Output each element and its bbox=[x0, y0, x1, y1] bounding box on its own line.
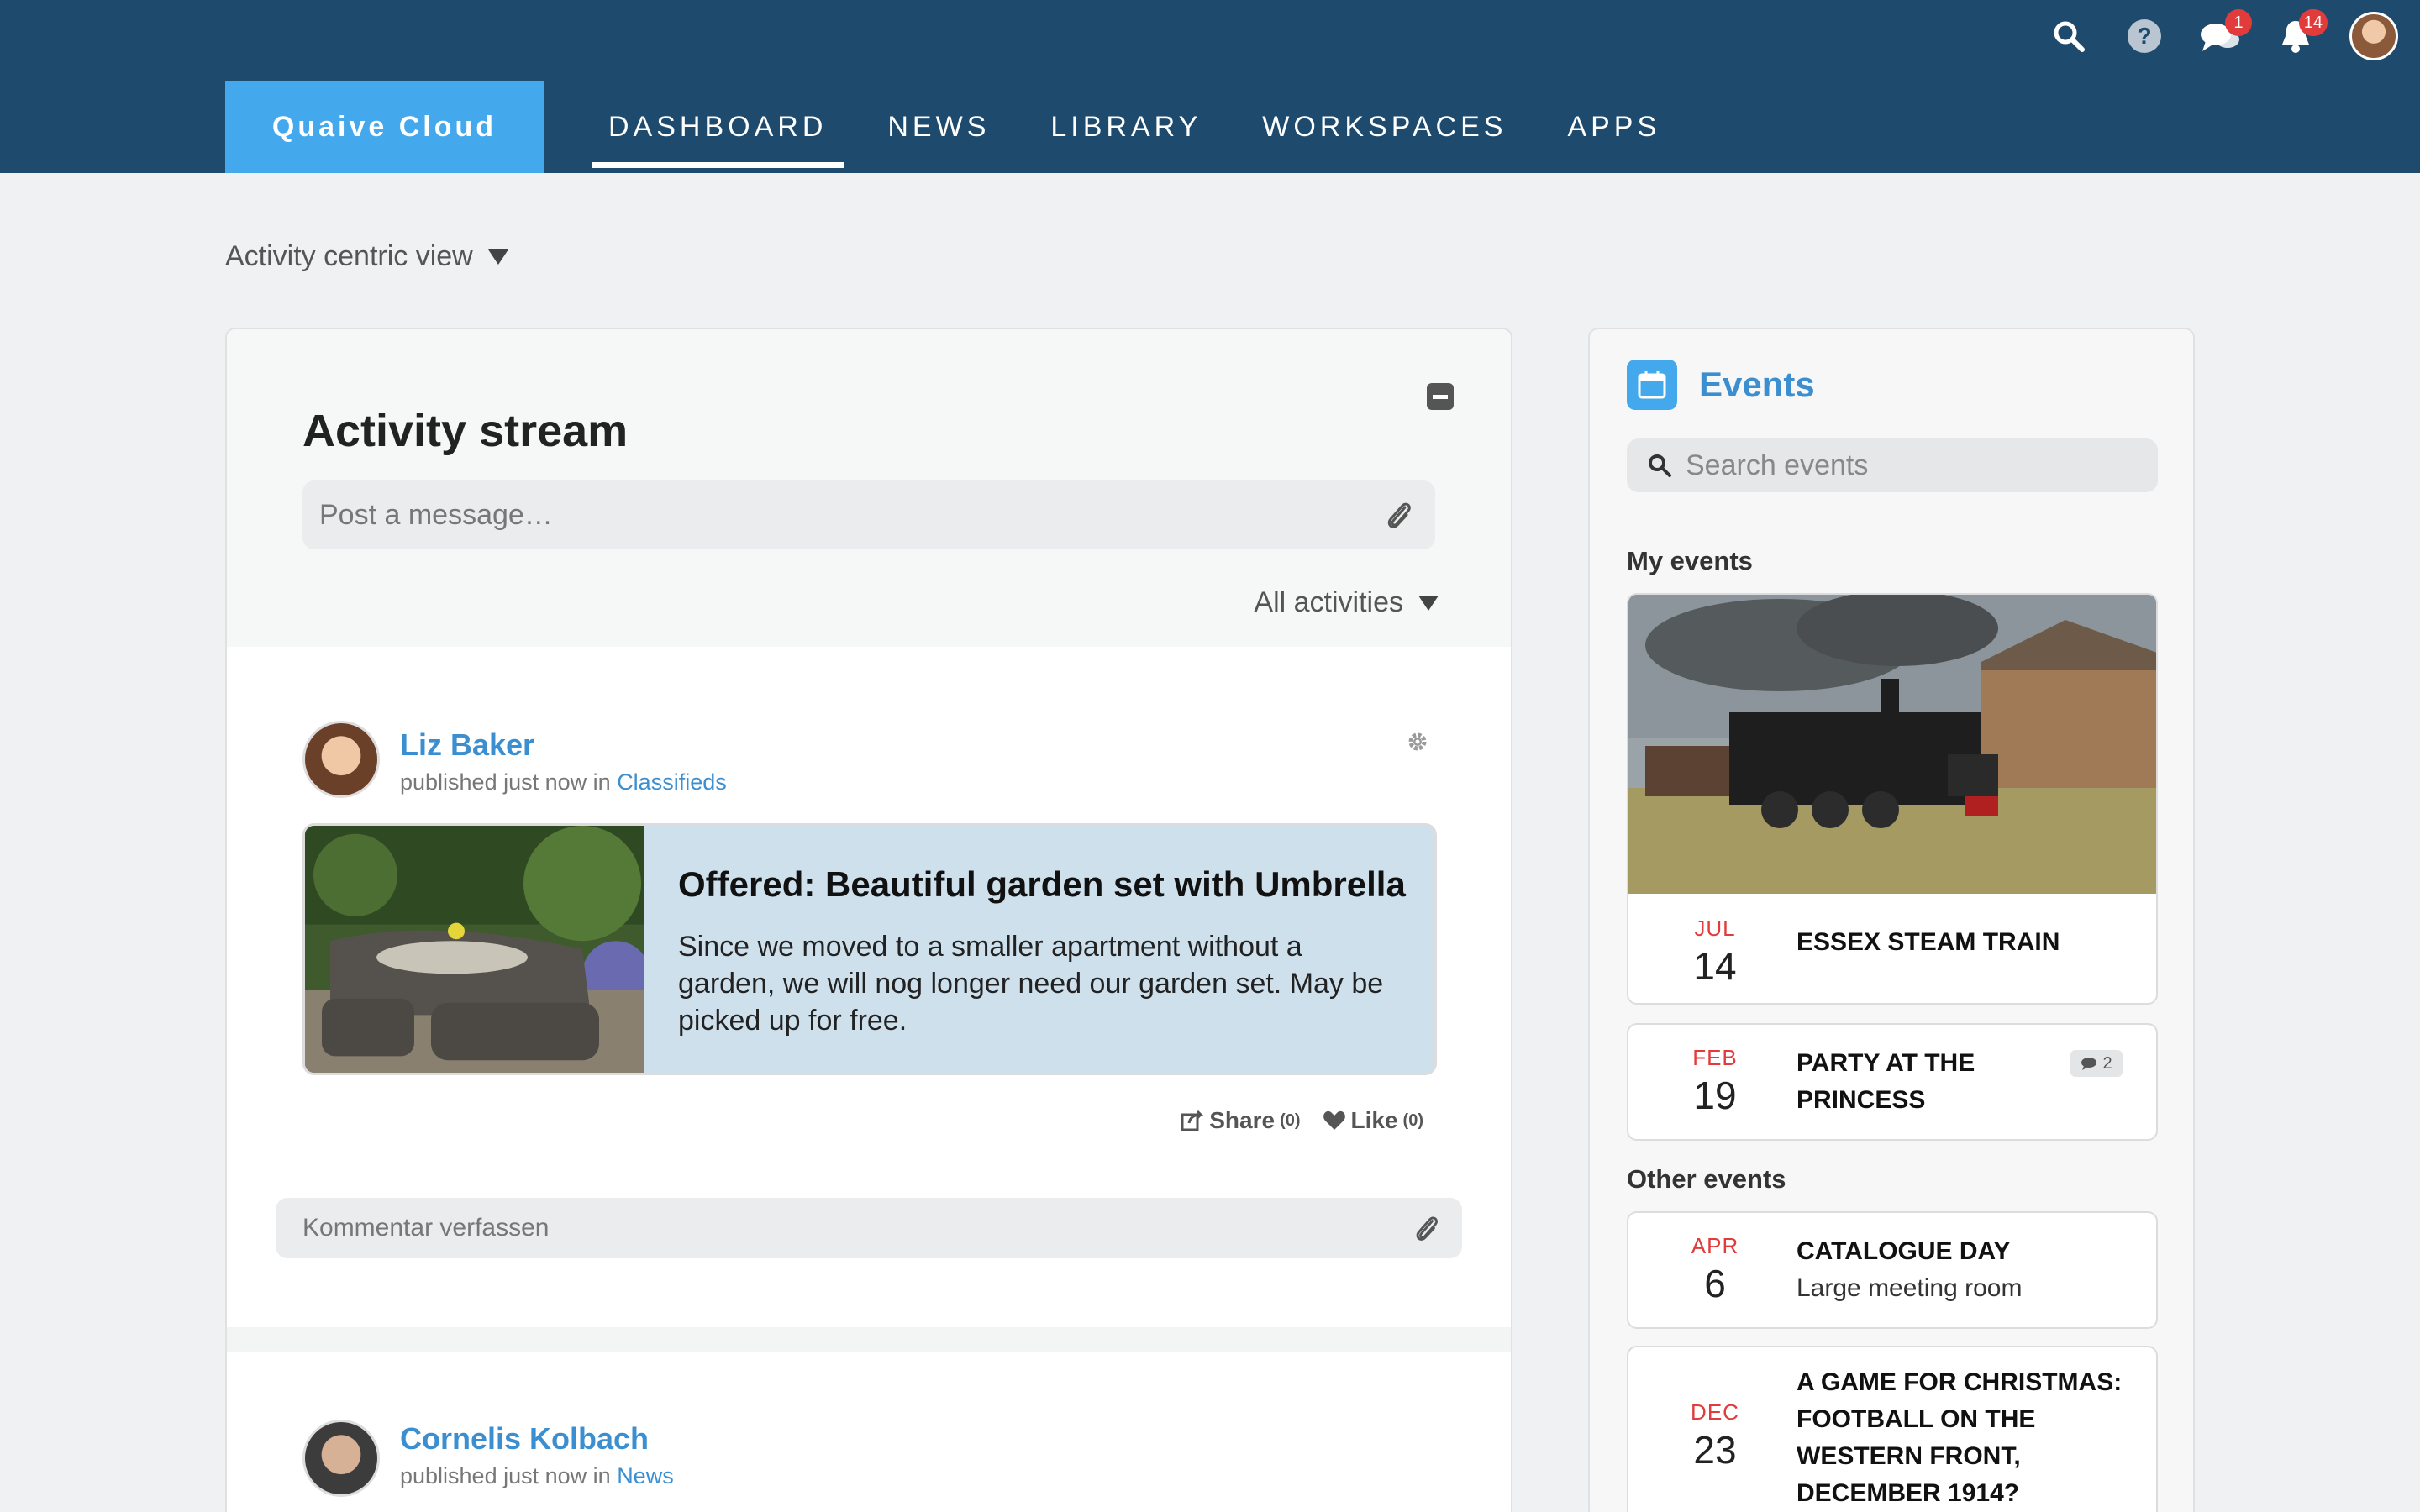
search-button[interactable] bbox=[2044, 13, 2094, 60]
like-label: Like bbox=[1350, 1107, 1398, 1133]
view-selector[interactable]: Activity centric view bbox=[225, 240, 508, 273]
messages-badge: 1 bbox=[2225, 9, 2252, 36]
caret-down-icon bbox=[1418, 595, 1439, 611]
nav-library[interactable]: LIBRARY bbox=[1034, 81, 1218, 173]
event-date: DEC 23 bbox=[1628, 1399, 1802, 1473]
post-meta: published just now in News bbox=[400, 1463, 674, 1489]
events-search-input[interactable]: Search events bbox=[1627, 438, 2158, 492]
caret-down-icon bbox=[487, 249, 508, 265]
classified-item-card[interactable]: Offered: Beautiful garden set with Umbre… bbox=[302, 823, 1437, 1075]
like-count: (0) bbox=[1402, 1110, 1423, 1130]
activity-filter[interactable]: All activities bbox=[1254, 586, 1439, 619]
comment-placeholder: Kommentar verfassen bbox=[302, 1214, 550, 1242]
view-selector-label: Activity centric view bbox=[225, 240, 473, 272]
event-location: Large meeting room bbox=[1797, 1274, 2023, 1302]
event-month: APR bbox=[1691, 1233, 1739, 1258]
search-icon bbox=[2054, 21, 2085, 52]
event-month: JUL bbox=[1694, 916, 1736, 941]
author-name[interactable]: Liz Baker bbox=[400, 727, 534, 763]
event-date: JUL 14 bbox=[1628, 916, 1802, 989]
author-avatar[interactable] bbox=[302, 721, 380, 798]
share-label: Share bbox=[1209, 1107, 1276, 1133]
comment-icon bbox=[2081, 1058, 2097, 1070]
top-icons: ? 1 14 bbox=[2018, 9, 2398, 60]
share-button[interactable]: Share (0) bbox=[1181, 1107, 1301, 1134]
comment-input[interactable]: Kommentar verfassen bbox=[276, 1198, 1462, 1258]
post-meta-prefix: published just now in bbox=[400, 769, 611, 795]
comment-count-badge[interactable]: 2 bbox=[2070, 1050, 2123, 1077]
author-avatar[interactable] bbox=[302, 1420, 380, 1497]
steam-train-image bbox=[1628, 595, 2156, 894]
share-icon bbox=[1181, 1110, 1204, 1131]
activity-post: Liz Baker published just now in Classifi… bbox=[227, 647, 1511, 1394]
notifications-button[interactable]: 14 bbox=[2270, 9, 2328, 60]
post-actions: Share (0) Like (0) bbox=[1159, 1107, 1423, 1134]
event-title-text: CATALOGUE DAY bbox=[1797, 1237, 2011, 1265]
event-title[interactable]: A GAME FOR CHRISTMAS: FOOTBALL ON THE WE… bbox=[1797, 1364, 2133, 1512]
calendar-icon bbox=[1627, 360, 1677, 410]
event-card[interactable]: DEC 23 A GAME FOR CHRISTMAS: FOOTBALL ON… bbox=[1627, 1346, 2158, 1512]
main-nav: DASHBOARD NEWS LIBRARY WORKSPACES APPS bbox=[592, 81, 1704, 173]
minus-icon bbox=[1433, 394, 1448, 399]
author-name[interactable]: Cornelis Kolbach bbox=[400, 1421, 649, 1457]
post-message-input[interactable]: Post a message… bbox=[302, 480, 1435, 549]
other-events-label: Other events bbox=[1627, 1164, 1786, 1194]
comment-count: 2 bbox=[2102, 1053, 2112, 1073]
help-button[interactable]: ? bbox=[2119, 13, 2170, 60]
event-card[interactable]: JUL 14 ESSEX STEAM TRAIN bbox=[1627, 593, 2158, 1005]
event-day: 14 bbox=[1693, 944, 1737, 988]
gear-icon[interactable] bbox=[1407, 731, 1428, 753]
collapse-button[interactable] bbox=[1427, 383, 1454, 410]
activity-filter-label: All activities bbox=[1254, 586, 1403, 618]
post-category-link[interactable]: Classifieds bbox=[617, 769, 727, 795]
activity-title: Activity stream bbox=[302, 406, 629, 456]
user-avatar[interactable] bbox=[2349, 12, 2398, 60]
event-month: FEB bbox=[1692, 1045, 1738, 1070]
brand-logo[interactable]: Quaive Cloud bbox=[225, 81, 544, 173]
event-date: FEB 19 bbox=[1628, 1045, 1802, 1118]
like-button[interactable]: Like (0) bbox=[1323, 1107, 1423, 1134]
nav-dashboard[interactable]: DASHBOARD bbox=[592, 81, 844, 173]
item-title[interactable]: Offered: Beautiful garden set with Umbre… bbox=[678, 864, 1406, 905]
top-navigation-bar: Quaive Cloud DASHBOARD NEWS LIBRARY WORK… bbox=[0, 0, 2420, 173]
share-count: (0) bbox=[1280, 1110, 1301, 1130]
event-month: DEC bbox=[1691, 1399, 1739, 1425]
post-meta: published just now in Classifieds bbox=[400, 769, 727, 795]
post-divider bbox=[227, 1327, 1511, 1352]
nav-news[interactable]: NEWS bbox=[871, 81, 1007, 173]
help-icon: ? bbox=[2128, 19, 2161, 53]
event-day: 19 bbox=[1693, 1074, 1737, 1117]
events-title[interactable]: Events bbox=[1699, 365, 1815, 405]
event-title[interactable]: PARTY AT THE PRINCESS bbox=[1797, 1045, 1998, 1119]
my-events-label: My events bbox=[1627, 546, 1753, 575]
notifications-badge: 14 bbox=[2298, 9, 2328, 36]
messages-button[interactable]: 1 bbox=[2195, 9, 2252, 60]
event-day: 23 bbox=[1693, 1428, 1737, 1472]
event-day: 6 bbox=[1704, 1262, 1726, 1305]
garden-set-image bbox=[305, 826, 644, 1073]
event-title[interactable]: ESSEX STEAM TRAIN bbox=[1797, 924, 2060, 961]
event-card[interactable]: APR 6 CATALOGUE DAY Large meeting room bbox=[1627, 1211, 2158, 1329]
activity-stream-panel: Activity stream Post a message… All acti… bbox=[225, 328, 1512, 1512]
events-panel: Events Search events My events JUL 14 ES… bbox=[1588, 328, 2195, 1512]
item-description: Since we moved to a smaller apartment wi… bbox=[678, 931, 1384, 1037]
heart-icon bbox=[1323, 1110, 1345, 1130]
nav-apps[interactable]: APPS bbox=[1550, 81, 1677, 173]
nav-workspaces[interactable]: WORKSPACES bbox=[1245, 81, 1523, 173]
event-title[interactable]: CATALOGUE DAY Large meeting room bbox=[1797, 1233, 2022, 1307]
paperclip-icon[interactable] bbox=[1385, 499, 1413, 531]
paperclip-icon[interactable] bbox=[1413, 1213, 1440, 1243]
activity-header: Activity stream Post a message… All acti… bbox=[227, 329, 1511, 647]
post-message-placeholder: Post a message… bbox=[319, 498, 553, 531]
events-search-placeholder: Search events bbox=[1686, 449, 1869, 481]
event-card[interactable]: FEB 19 PARTY AT THE PRINCESS 2 bbox=[1627, 1023, 2158, 1141]
event-date: APR 6 bbox=[1628, 1233, 1802, 1306]
svg-text:?: ? bbox=[2137, 23, 2151, 49]
post-category-link[interactable]: News bbox=[617, 1463, 674, 1488]
post-meta-prefix: published just now in bbox=[400, 1463, 611, 1488]
search-icon bbox=[1649, 454, 1671, 477]
